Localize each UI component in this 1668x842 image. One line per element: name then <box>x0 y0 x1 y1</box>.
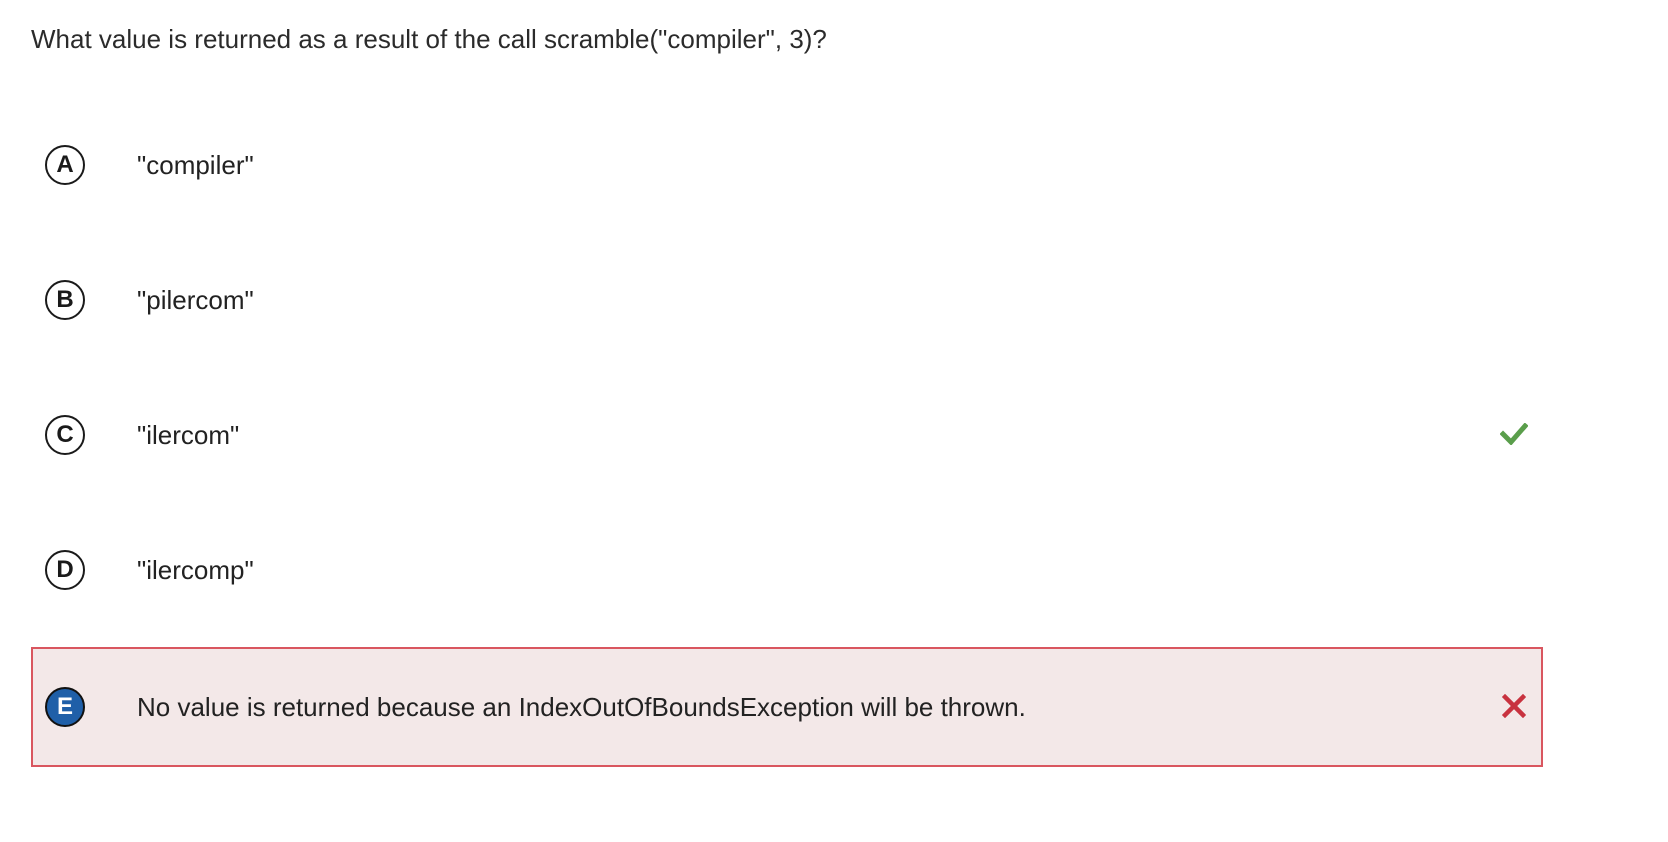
option-text: No value is returned because an IndexOut… <box>137 692 1026 722</box>
answer-option-e[interactable]: E No value is returned because an IndexO… <box>31 647 1543 767</box>
option-letter-badge: A <box>45 145 85 185</box>
question-text: What value is returned as a result of th… <box>31 24 827 54</box>
option-text: "compiler" <box>137 150 254 180</box>
x-mark-icon <box>1499 691 1529 721</box>
option-text: "pilercom" <box>137 285 254 315</box>
answer-option-d[interactable]: D "ilercomp" <box>31 510 1543 630</box>
option-letter-badge: E <box>45 687 85 727</box>
answer-option-a[interactable]: A "compiler" <box>31 105 1543 225</box>
option-text: "ilercomp" <box>137 555 254 585</box>
checkmark-icon <box>1499 419 1529 449</box>
answer-option-c[interactable]: C "ilercom" <box>31 375 1543 495</box>
option-letter-badge: D <box>45 550 85 590</box>
option-letter-badge: C <box>45 415 85 455</box>
option-text: "ilercom" <box>137 420 240 450</box>
answer-option-b[interactable]: B "pilercom" <box>31 240 1543 360</box>
option-letter-badge: B <box>45 280 85 320</box>
